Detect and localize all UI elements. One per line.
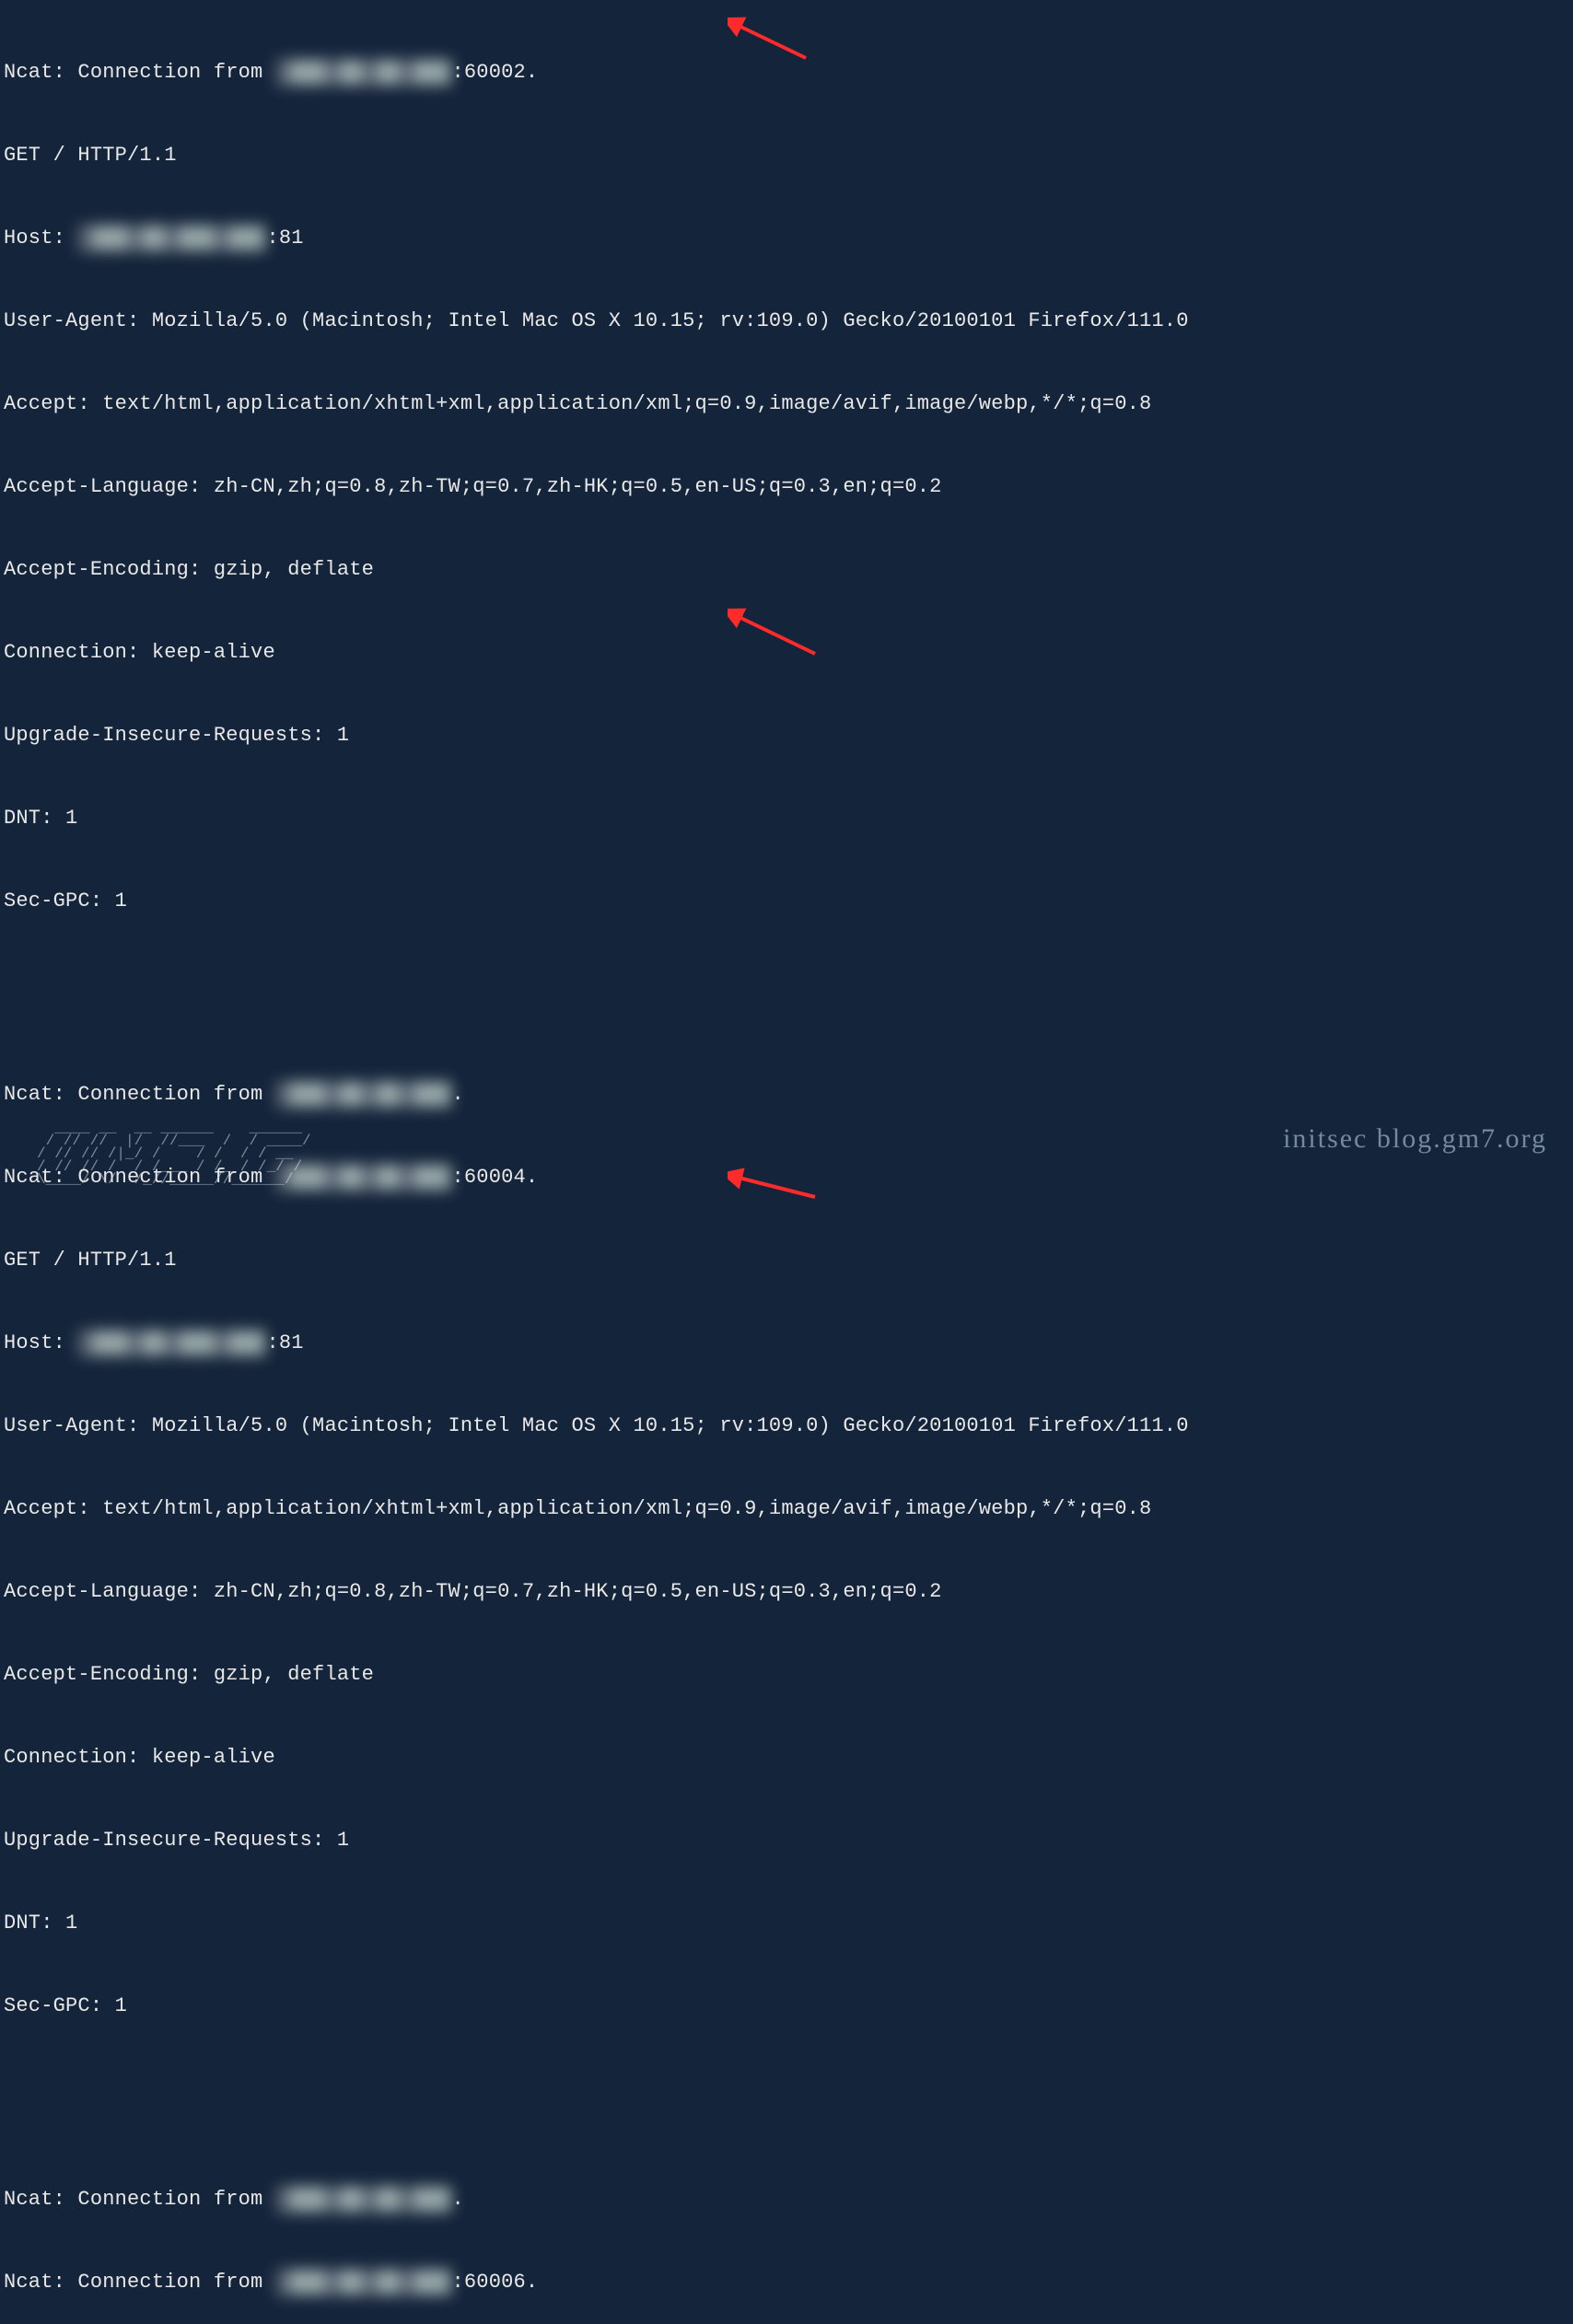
http-connection-line: Connection: keep-alive	[4, 1744, 1569, 1772]
ncat-connection-line: Ncat: Connection from ███.██.██.███.	[4, 1081, 1569, 1109]
http-gpc-line: Sec-GPC: 1	[4, 888, 1569, 915]
http-uir-line: Upgrade-Insecure-Requests: 1	[4, 722, 1569, 749]
http-request-line: GET / HTTP/1.1	[4, 142, 1569, 169]
ncat-connection-line: Ncat: Connection from ███.██.██.███.	[4, 2186, 1569, 2214]
ncat-prefix: Ncat: Connection from	[4, 61, 275, 84]
http-accept-encoding-line: Accept-Encoding: gzip, deflate	[4, 556, 1569, 584]
http-accept-line: Accept: text/html,application/xhtml+xml,…	[4, 1495, 1569, 1523]
redacted-ip: ███.██.██.███	[275, 1164, 452, 1191]
port-suffix: .	[452, 2188, 464, 2211]
ncat-prefix: Ncat: Connection from	[4, 1166, 275, 1189]
host-suffix: :81	[266, 227, 303, 250]
blank-line	[4, 2075, 1569, 2103]
redacted-ip: ███.██.██.███	[275, 2186, 452, 2214]
host-prefix: Host:	[4, 1331, 77, 1354]
http-accept-line: Accept: text/html,application/xhtml+xml,…	[4, 390, 1569, 418]
ncat-connection-line: Ncat: Connection from ███.██.██.███:6000…	[4, 1164, 1569, 1191]
port-suffix: :60004.	[452, 1166, 539, 1189]
host-suffix: :81	[266, 1331, 303, 1354]
redacted-host-ip: ███.██.███.███	[77, 225, 266, 252]
redacted-ip: ███.██.██.███	[275, 59, 452, 87]
port-suffix: :60006.	[452, 2271, 539, 2294]
http-request-line: GET / HTTP/1.1	[4, 1247, 1569, 1274]
http-gpc-line: Sec-GPC: 1	[4, 1993, 1569, 2020]
http-accept-language-line: Accept-Language: zh-CN,zh;q=0.8,zh-TW;q=…	[4, 1578, 1569, 1606]
ncat-connection-line: Ncat: Connection from ███.██.██.███:6000…	[4, 59, 1569, 87]
http-host-line: Host: ███.██.███.███:81	[4, 225, 1569, 252]
http-connection-line: Connection: keep-alive	[4, 639, 1569, 667]
host-prefix: Host:	[4, 227, 77, 250]
http-accept-language-line: Accept-Language: zh-CN,zh;q=0.8,zh-TW;q=…	[4, 473, 1569, 501]
http-dnt-line: DNT: 1	[4, 805, 1569, 832]
http-uir-line: Upgrade-Insecure-Requests: 1	[4, 1827, 1569, 1854]
http-accept-encoding-line: Accept-Encoding: gzip, deflate	[4, 1661, 1569, 1689]
redacted-host-ip: ███.██.███.███	[77, 1330, 266, 1357]
http-user-agent-line: User-Agent: Mozilla/5.0 (Macintosh; Inte…	[4, 308, 1569, 335]
http-host-line: Host: ███.██.███.███:81	[4, 1330, 1569, 1357]
ncat-prefix: Ncat: Connection from	[4, 2271, 275, 2294]
redacted-ip: ███.██.██.███	[275, 2269, 452, 2296]
ncat-prefix: Ncat: Connection from	[4, 2188, 275, 2211]
text-watermark: initsec blog.gm7.org	[1283, 1125, 1547, 1153]
terminal-output[interactable]: Ncat: Connection from ███.██.██.███:6000…	[0, 0, 1573, 2324]
ncat-prefix: Ncat: Connection from	[4, 1083, 275, 1106]
http-user-agent-line: User-Agent: Mozilla/5.0 (Macintosh; Inte…	[4, 1412, 1569, 1440]
redacted-ip: ███.██.██.███	[275, 1081, 452, 1109]
http-dnt-line: DNT: 1	[4, 1910, 1569, 1937]
blank-line	[4, 970, 1569, 998]
port-suffix: .	[452, 1083, 464, 1106]
ncat-connection-line: Ncat: Connection from ███.██.██.███:6000…	[4, 2269, 1569, 2296]
port-suffix: :60002.	[452, 61, 539, 84]
